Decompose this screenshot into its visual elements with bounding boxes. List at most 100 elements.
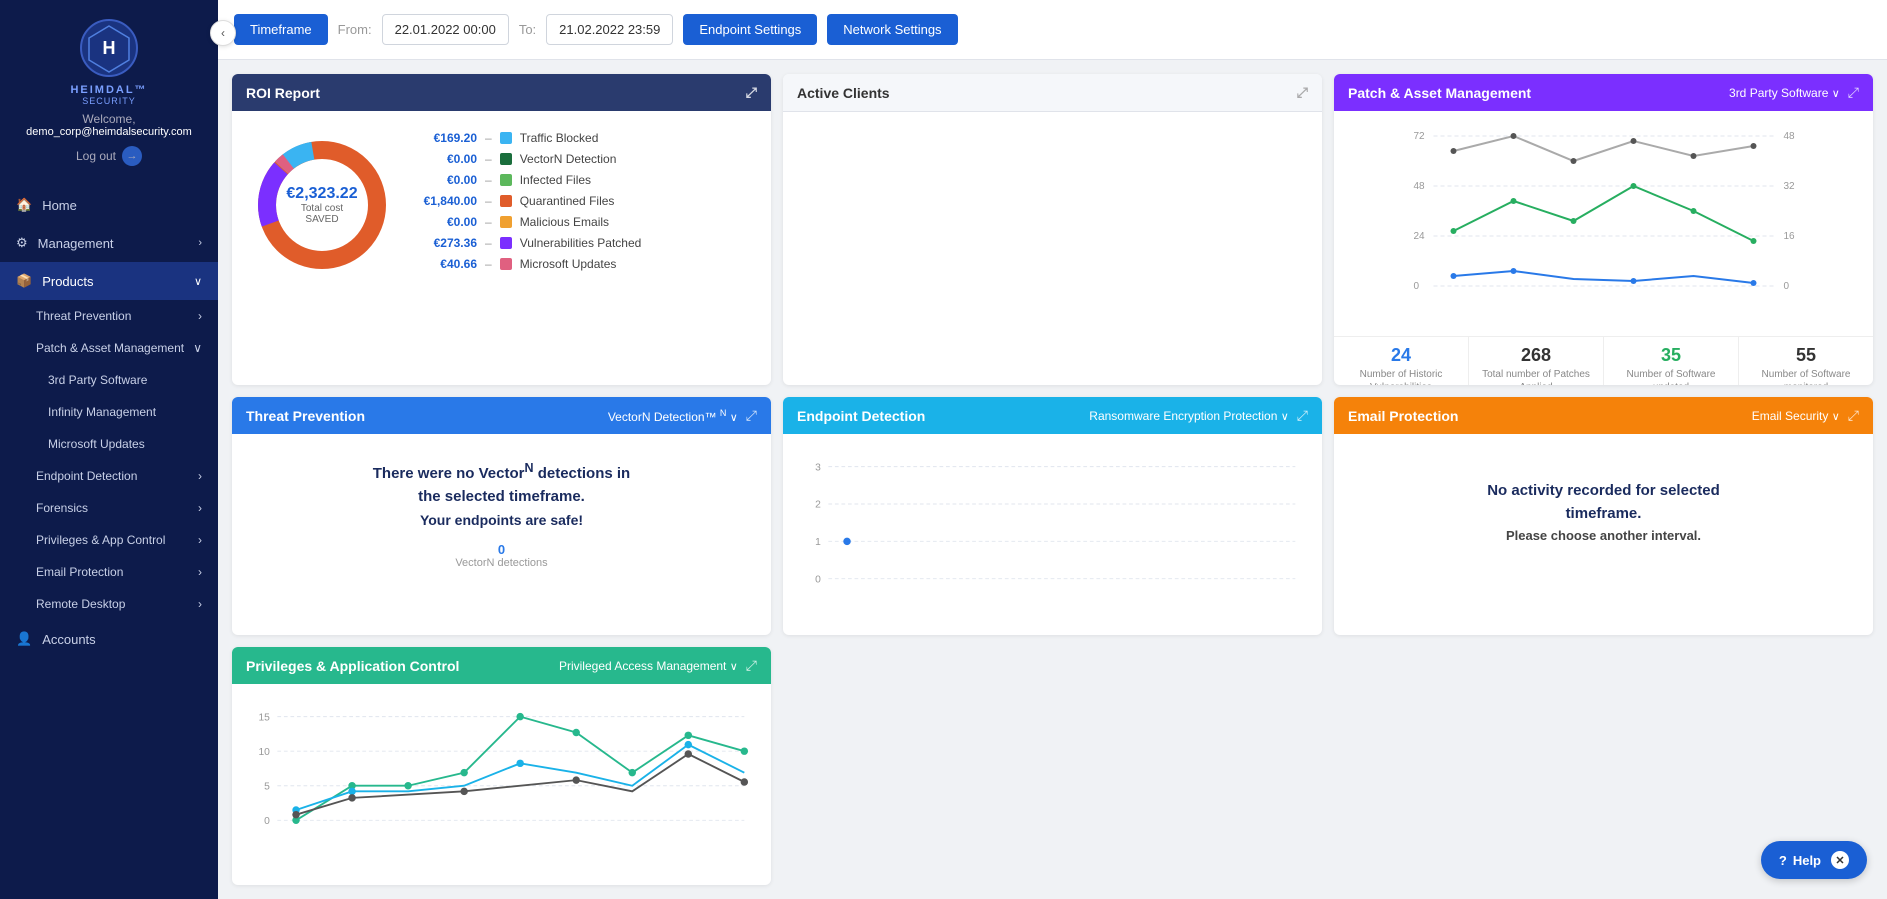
roi-amount: €273.36: [412, 236, 477, 250]
logout-button[interactable]: Log out →: [76, 146, 142, 166]
chevron-down-icon: ∨: [193, 341, 202, 355]
threat-dropdown-label[interactable]: VectorN Detection™ N ∨: [608, 408, 738, 424]
sidebar-item-microsoft-updates[interactable]: Microsoft Updates: [0, 428, 218, 460]
sidebar-nav: 🏠 Home ⚙ Management › 📦 Products ∨ Threa…: [0, 186, 218, 899]
roi-card-body: €2,323.22 Total cost SAVED €169.20 – Tra…: [232, 111, 771, 298]
svg-text:48: 48: [1784, 131, 1796, 142]
svg-text:0: 0: [1784, 281, 1790, 292]
roi-label: Malicious Emails: [520, 215, 609, 229]
help-label: Help: [1793, 853, 1821, 868]
dashboard: ROI Report ⤢: [218, 60, 1887, 899]
expand-icon[interactable]: ⤢: [746, 84, 757, 101]
email-dropdown[interactable]: Email Security ∨: [1752, 409, 1840, 423]
help-button[interactable]: ? Help ✕: [1761, 841, 1867, 879]
patch-stat-val: 268: [1473, 345, 1599, 366]
roi-label: Traffic Blocked: [520, 131, 599, 145]
threat-msg-line1: There were no Vector: [373, 465, 525, 482]
threat-prevention-card: Threat Prevention VectorN Detection™ N ∨…: [232, 397, 771, 635]
roi-label: VectorN Detection: [520, 152, 617, 166]
svg-text:H: H: [103, 38, 116, 58]
sidebar-item-forensics[interactable]: Forensics ›: [0, 492, 218, 524]
roi-label: Infected Files: [520, 173, 591, 187]
expand-icon[interactable]: ⤢: [1297, 84, 1308, 101]
roi-amount: €40.66: [412, 257, 477, 271]
email-title: Email Protection: [1348, 408, 1458, 424]
sidebar-item-accounts[interactable]: 👤 Accounts: [0, 620, 218, 658]
priv-dropdown[interactable]: Privileged Access Management ∨: [559, 659, 738, 673]
roi-row-infected: €0.00 – Infected Files: [412, 173, 751, 187]
email-message: No activity recorded for selected timefr…: [1487, 480, 1720, 548]
endpoint-chart-area: 3 2 1 0: [783, 434, 1322, 635]
patch-stat-software-updated: 35 Number of Software updated: [1604, 337, 1739, 385]
patch-dropdown[interactable]: 3rd Party Software ∨: [1729, 86, 1840, 100]
to-date-input[interactable]: 21.02.2022 23:59: [546, 14, 673, 45]
sidebar: H HEIMDAL™ SECURITY Welcome, demo_corp@h…: [0, 0, 218, 899]
accounts-icon: 👤: [16, 631, 32, 647]
sidebar-item-home[interactable]: 🏠 Home: [0, 186, 218, 224]
sidebar-item-label: Privileges & App Control: [36, 533, 165, 547]
threat-dropdown-text: VectorN Detection™: [608, 410, 717, 424]
roi-center-amount: €2,323.22 Total cost SAVED: [286, 185, 357, 225]
sidebar-item-infinity[interactable]: Infinity Management: [0, 396, 218, 428]
patch-chart-area: 72 48 24 0 48 32 16 0: [1334, 111, 1873, 336]
roi-color-dot: [500, 132, 512, 144]
email-msg-line3: Please choose another interval.: [1506, 528, 1701, 543]
expand-icon[interactable]: ⤢: [746, 657, 757, 674]
endpoint-dropdown[interactable]: Ransomware Encryption Protection ∨: [1089, 409, 1289, 423]
threat-card-header: Threat Prevention VectorN Detection™ N ∨…: [232, 397, 771, 434]
sidebar-item-label: Patch & Asset Management: [36, 341, 184, 355]
svg-text:3: 3: [815, 462, 821, 473]
help-close-button[interactable]: ✕: [1831, 851, 1849, 869]
roi-row-quarantined: €1,840.00 – Quarantined Files: [412, 194, 751, 208]
management-icon: ⚙: [16, 235, 28, 251]
endpoint-dropdown-text: Ransomware Encryption Protection: [1089, 409, 1277, 423]
patch-chart: 72 48 24 0 48 32 16 0: [1348, 121, 1859, 321]
threat-msg-line3: the selected timeframe.: [418, 488, 585, 505]
sidebar-item-label: Home: [42, 198, 77, 213]
sidebar-collapse-button[interactable]: ‹: [210, 20, 236, 46]
sidebar-item-patch-asset[interactable]: Patch & Asset Management ∨: [0, 332, 218, 364]
sidebar-item-remote-desktop[interactable]: Remote Desktop ›: [0, 588, 218, 620]
chevron-down-icon: ∨: [730, 661, 738, 673]
patch-stat-historic: 24 Number of Historic Vulnerabilities: [1334, 337, 1469, 385]
priv-card-header: Privileges & Application Control Privile…: [232, 647, 771, 684]
chevron-down-icon: ∨: [1281, 411, 1289, 423]
roi-color-dot: [500, 258, 512, 270]
threat-card-body: There were no VectorN detections in the …: [232, 434, 771, 594]
roi-label: Microsoft Updates: [520, 257, 617, 271]
threat-sup: N: [525, 461, 534, 475]
threat-count-label: VectorN detections: [455, 557, 547, 569]
svg-text:10: 10: [258, 747, 270, 758]
threat-count: 0: [498, 542, 505, 557]
main-content: Timeframe From: 22.01.2022 00:00 To: 21.…: [218, 0, 1887, 899]
sidebar-item-email-protection[interactable]: Email Protection ›: [0, 556, 218, 588]
network-settings-button[interactable]: Network Settings: [827, 14, 957, 45]
endpoint-header-right: Ransomware Encryption Protection ∨ ⤢: [1089, 407, 1308, 424]
roi-amount: €169.20: [412, 131, 477, 145]
expand-icon[interactable]: ⤢: [1848, 84, 1859, 101]
sidebar-item-endpoint-detection[interactable]: Endpoint Detection ›: [0, 460, 218, 492]
expand-icon[interactable]: ⤢: [1297, 407, 1308, 424]
heimdal-logo: H: [79, 18, 139, 78]
expand-icon[interactable]: ⤢: [1848, 407, 1859, 424]
active-clients-header: Active Clients ⤢: [783, 74, 1322, 112]
email-header-right: Email Security ∨ ⤢: [1752, 407, 1859, 424]
svg-text:0: 0: [264, 816, 270, 827]
endpoint-settings-button[interactable]: Endpoint Settings: [683, 14, 817, 45]
chevron-right-icon: ›: [198, 469, 202, 483]
sidebar-item-3rd-party[interactable]: 3rd Party Software: [0, 364, 218, 396]
sidebar-item-privileges[interactable]: Privileges & App Control ›: [0, 524, 218, 556]
to-label: To:: [519, 22, 536, 37]
sidebar-item-threat-prevention[interactable]: Threat Prevention ›: [0, 300, 218, 332]
welcome-text: Welcome,: [82, 112, 135, 126]
from-date-input[interactable]: 22.01.2022 00:00: [382, 14, 509, 45]
chevron-down-icon: ∨: [1832, 411, 1840, 423]
sidebar-item-products[interactable]: 📦 Products ∨: [0, 262, 218, 300]
patch-stat-label: Number of Software updated: [1608, 368, 1734, 385]
svg-text:0: 0: [1414, 281, 1420, 292]
timeframe-button[interactable]: Timeframe: [234, 14, 328, 45]
sidebar-item-management[interactable]: ⚙ Management ›: [0, 224, 218, 262]
priv-title: Privileges & Application Control: [246, 658, 459, 674]
chevron-down-icon: ∨: [1832, 88, 1840, 100]
expand-icon[interactable]: ⤢: [746, 407, 757, 424]
